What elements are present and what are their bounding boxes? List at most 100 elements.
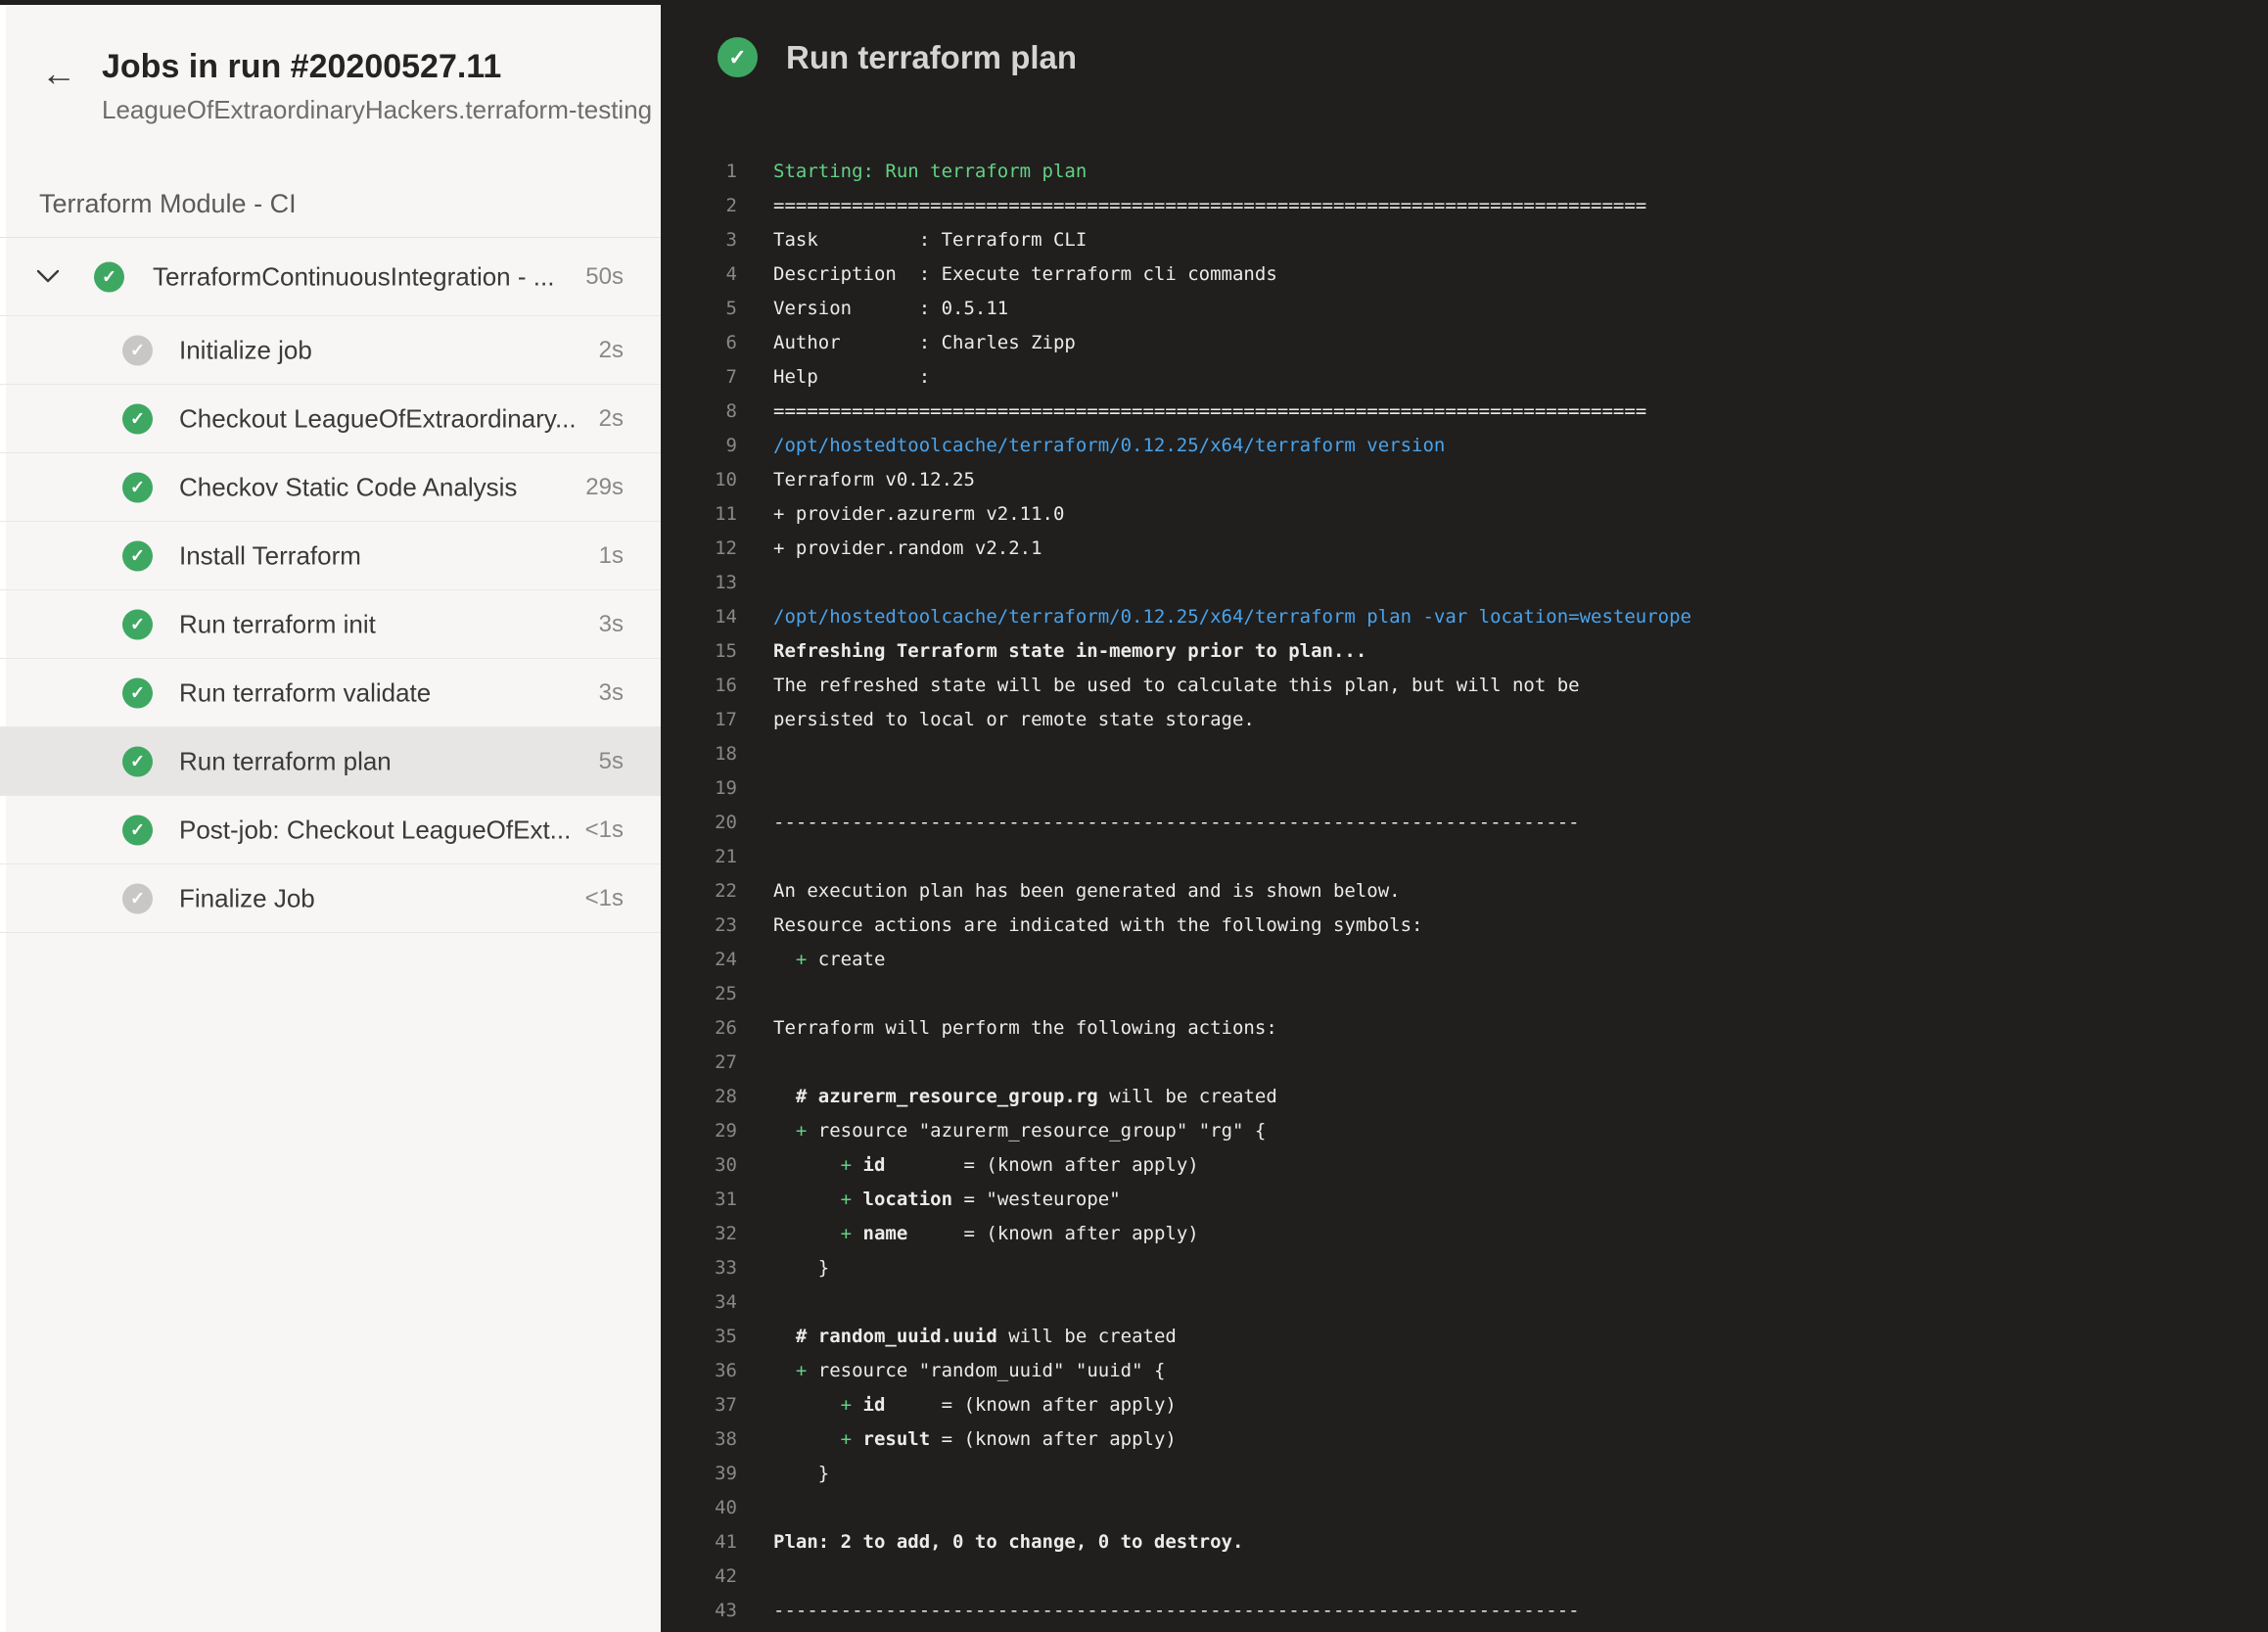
line-number[interactable]: 22 (661, 874, 737, 909)
log-line: 40 (661, 1491, 2268, 1525)
log-line: 29 + resource "azurerm_resource_group" "… (661, 1114, 2268, 1148)
line-number[interactable]: 9 (661, 429, 737, 463)
log-line: 30 + id = (known after apply) (661, 1148, 2268, 1183)
line-number[interactable]: 31 (661, 1183, 737, 1217)
job-duration: 29s (585, 474, 624, 501)
job-duration: 3s (599, 611, 624, 638)
log-line: 24 + create (661, 943, 2268, 977)
line-text: ----------------------------------------… (773, 806, 1580, 840)
job-row-run-terraform-init[interactable]: ✓ Run terraform init 3s (0, 590, 661, 659)
line-number[interactable]: 39 (661, 1457, 737, 1491)
line-number[interactable]: 4 (661, 257, 737, 292)
line-number[interactable]: 19 (661, 771, 737, 806)
line-text: + resource "azurerm_resource_group" "rg"… (773, 1114, 1266, 1148)
job-duration: 3s (599, 679, 624, 707)
log-output: 1 Starting: Run terraform plan 2 ==========… (661, 155, 2268, 1628)
line-number[interactable]: 33 (661, 1251, 737, 1285)
log-line: 38 + result = (known after apply) (661, 1422, 2268, 1457)
line-number[interactable]: 30 (661, 1148, 737, 1183)
job-duration: 2s (599, 405, 624, 433)
line-number[interactable]: 12 (661, 532, 737, 566)
jobs-sidebar: ← Jobs in run #20200527.11 LeagueOfExtra… (0, 5, 661, 1632)
line-number[interactable]: 15 (661, 634, 737, 669)
log-line: 4 Description : Execute terraform cli com… (661, 257, 2268, 292)
job-label: Checkout LeagueOfExtraordinary... (179, 403, 577, 434)
line-number[interactable]: 5 (661, 292, 737, 326)
line-number[interactable]: 43 (661, 1594, 737, 1628)
job-row-post-job-checkout-leagueofext[interactable]: ✓Post-job: Checkout LeagueOfExt...<1s (0, 796, 661, 864)
log-line: 25 (661, 977, 2268, 1011)
line-text: Help : (773, 360, 930, 395)
line-number[interactable]: 13 (661, 566, 737, 600)
line-number[interactable]: 41 (661, 1525, 737, 1560)
log-step-title: Run terraform plan (786, 39, 1077, 76)
line-number[interactable]: 40 (661, 1491, 737, 1525)
log-line: 3Task : Terraform CLI (661, 223, 2268, 257)
line-number[interactable]: 8 (661, 395, 737, 429)
job-row-install-terraform[interactable]: ✓Install Terraform1s (0, 522, 661, 590)
line-text: Author : Charles Zipp (773, 326, 1076, 360)
line-text: Refreshing Terraform state in-memory pri… (773, 634, 1366, 669)
line-number[interactable]: 36 (661, 1354, 737, 1388)
log-line: 19 (661, 771, 2268, 806)
job-label: Initialize job (179, 335, 312, 365)
job-row-run-terraform-plan[interactable]: ✓Run terraform plan5s (0, 727, 661, 796)
log-line: 33 } (661, 1251, 2268, 1285)
line-text: # random_uuid.uuid will be created (773, 1320, 1177, 1354)
line-number[interactable]: 17 (661, 703, 737, 737)
line-number[interactable]: 29 (661, 1114, 737, 1148)
line-number[interactable]: 35 (661, 1320, 737, 1354)
line-number[interactable]: 37 (661, 1388, 737, 1422)
job-row-checkov-static-code-analysis[interactable]: ✓Checkov Static Code Analysis29s (0, 453, 661, 522)
line-number[interactable]: 27 (661, 1046, 737, 1080)
line-number[interactable]: 32 (661, 1217, 737, 1251)
line-number[interactable]: 24 (661, 943, 737, 977)
log-line: 5Version : 0.5.11 (661, 292, 2268, 326)
line-number[interactable]: 10 (661, 463, 737, 497)
line-number[interactable]: 6 (661, 326, 737, 360)
line-text: Plan: 2 to add, 0 to change, 0 to destro… (773, 1525, 1243, 1560)
line-text: ========================================… (773, 189, 1646, 223)
job-label: Finalize Job (179, 883, 315, 913)
line-number[interactable]: 20 (661, 806, 737, 840)
line-number[interactable]: 14 (661, 600, 737, 634)
line-number[interactable]: 21 (661, 840, 737, 874)
line-number[interactable]: 23 (661, 909, 737, 943)
line-number[interactable]: 18 (661, 737, 737, 771)
line-number[interactable]: 7 (661, 360, 737, 395)
job-row-finalize-job[interactable]: ✓Finalize Job<1s (0, 864, 661, 933)
log-line: 15 Refreshing Terraform state in-memory p… (661, 634, 2268, 669)
line-number[interactable]: 3 (661, 223, 737, 257)
job-row-checkout-leagueofextraordinary[interactable]: ✓ Checkout LeagueOfExtraordinary... 2s (0, 385, 661, 453)
job-row-initialize-job[interactable]: ✓Initialize job2s (0, 316, 661, 385)
success-check-icon: ✓ (122, 403, 153, 434)
back-button[interactable]: ← (35, 50, 82, 97)
line-number[interactable]: 42 (661, 1560, 737, 1594)
line-number[interactable]: 1 (661, 155, 737, 189)
line-text: Description : Execute terraform cli comm… (773, 257, 1277, 292)
line-number[interactable]: 25 (661, 977, 737, 1011)
log-line: 16The refreshed state will be used to ca… (661, 669, 2268, 703)
success-check-icon: ✓ (122, 815, 153, 845)
job-label: Run terraform init (179, 609, 376, 639)
job-row-run-terraform-validate[interactable]: ✓Run terraform validate3s (0, 659, 661, 727)
log-line: 2 =======================================… (661, 189, 2268, 223)
line-number[interactable]: 26 (661, 1011, 737, 1046)
line-number[interactable]: 28 (661, 1080, 737, 1114)
line-text: Starting: Run terraform plan (773, 155, 1087, 189)
line-text: + provider.azurerm v2.11.0 (773, 497, 1064, 532)
job-row-terraformcontinuousintegration[interactable]: ✓TerraformContinuousIntegration - ...50s (0, 238, 661, 316)
job-duration: 50s (585, 263, 624, 291)
line-text: # azurerm_resource_group.rg will be crea… (773, 1080, 1277, 1114)
line-number[interactable]: 11 (661, 497, 737, 532)
log-line: 21 (661, 840, 2268, 874)
line-number[interactable]: 38 (661, 1422, 737, 1457)
line-text: Terraform v0.12.25 (773, 463, 975, 497)
line-text: + provider.random v2.2.1 (773, 532, 1042, 566)
line-number[interactable]: 34 (661, 1285, 737, 1320)
success-check-icon: ✓ (122, 609, 153, 639)
log-line: 22An execution plan has been generated a… (661, 874, 2268, 909)
line-number[interactable]: 2 (661, 189, 737, 223)
chevron-down-icon[interactable] (35, 268, 61, 286)
line-number[interactable]: 16 (661, 669, 737, 703)
